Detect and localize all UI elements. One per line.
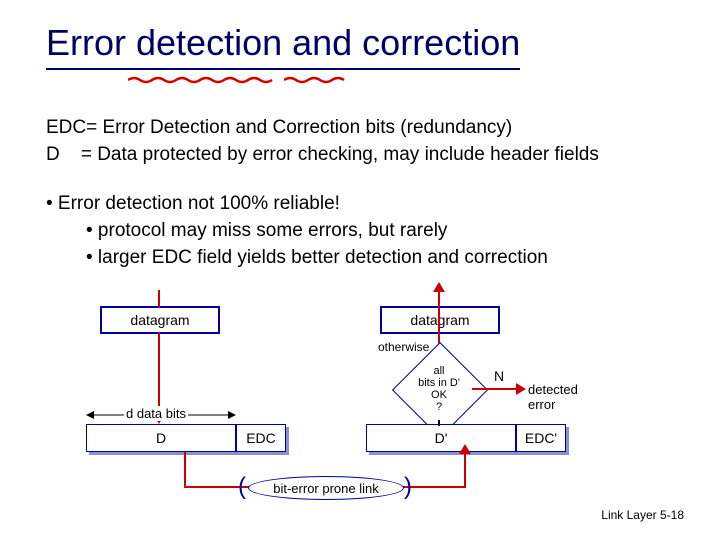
frame-d-edc-left: D EDC [86,424,286,452]
pipe-left-down [184,452,186,488]
label-detected-error: detected error [528,382,578,412]
edc-diagram: datagram datagram otherwise all bits in … [80,290,640,500]
definitions-block: EDC= Error Detection and Correction bits… [46,114,599,168]
arrow-n-branch [472,388,518,390]
pipe-right-up [464,452,466,488]
arrow-down-left-top [158,290,160,308]
def-edc: EDC= Error Detection and Correction bits… [46,114,599,141]
slide-title: Error detection and correction [46,22,520,70]
paren-right-icon: ) [404,473,412,501]
box-d-prime: D' [366,424,516,452]
box-edc-prime: EDC' [516,424,566,452]
bullet-2: • protocol may miss some errors, but rar… [46,217,548,244]
label-detected: detected [528,382,578,397]
paren-left-icon: ( [238,473,246,501]
decision-diamond: all bits in D' OK ? [406,356,472,422]
label-otherwise: otherwise [378,340,429,354]
diamond-line-1: all [433,365,444,377]
bullet-3: • larger EDC field yields better detecti… [46,244,548,271]
bullet-list: • Error detection not 100% reliable! • p… [46,190,548,271]
bullet-1: • Error detection not 100% reliable! [46,190,548,217]
box-d: D [86,424,236,452]
diamond-line-2: bits in D' [418,377,460,389]
diamond-line-3: OK [431,389,447,401]
underline-and-icon [284,76,349,82]
underline-detection-icon [128,76,275,82]
arrow-down-left [158,332,160,416]
label-error: error [528,397,555,412]
arrow-up-right-head-icon [433,282,445,292]
box-edc: EDC [236,424,286,452]
pipe-right-up-head-icon [459,444,471,454]
label-d-bits: d data bits [124,406,188,421]
box-datagram-left: datagram [100,306,220,334]
label-n: N [494,368,504,384]
label-datagram-left: datagram [130,312,189,328]
footer-page-number: Link Layer 5-18 [601,508,684,522]
arrow-n-head-icon [516,383,526,395]
label-link: bit-error prone link [273,481,379,496]
box-datagram-right: datagram [380,306,500,334]
def-d: D = Data protected by error checking, ma… [46,141,599,168]
oval-link: bit-error prone link [248,476,404,500]
diamond-line-4: ? [436,401,442,413]
arrow-dprime-to-diamond [438,420,440,426]
label-datagram-right: datagram [410,312,469,328]
